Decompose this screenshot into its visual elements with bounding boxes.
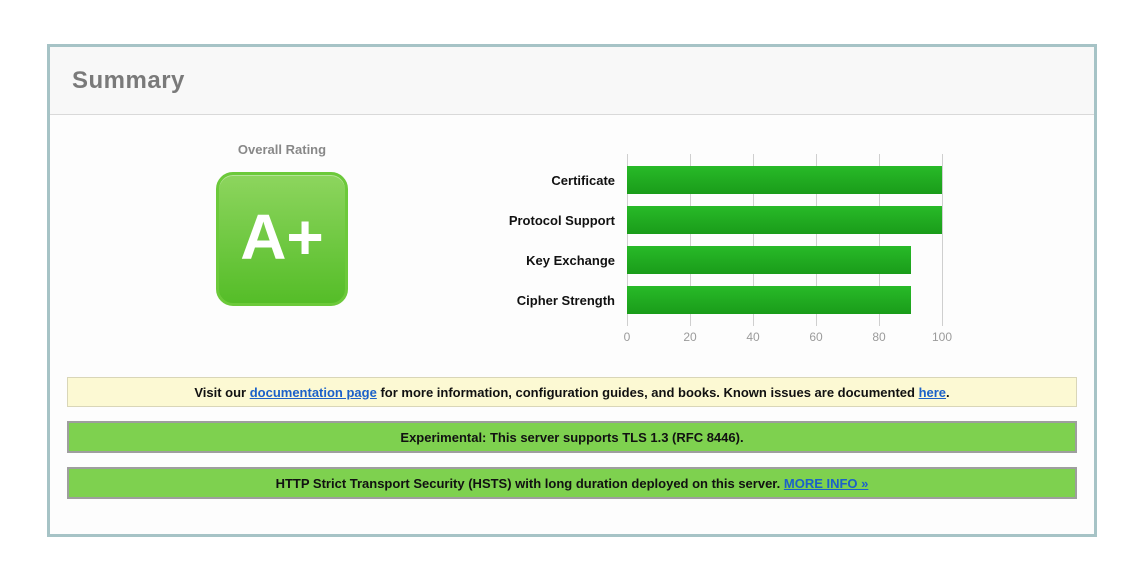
chart-bar [627,286,911,314]
documentation-page-link[interactable]: documentation page [250,385,377,400]
chart-category-label: Key Exchange [497,253,615,268]
x-tick-label: 0 [624,330,631,344]
chart-track [627,206,942,234]
notice-documentation: Visit our documentation page for more in… [67,377,1077,407]
security-chart: Certificate Protocol Support Key Exchange C… [497,160,942,350]
chart-bar [627,246,911,274]
notice-text: HTTP Strict Transport Security (HSTS) wi… [276,476,784,491]
x-tick-label: 60 [809,330,822,344]
chart-category-label: Certificate [497,173,615,188]
page-title: Summary [72,67,185,95]
chart-axis: 020406080100 [627,326,942,350]
rating-grade: A+ [240,205,324,273]
chart-track [627,286,942,314]
x-tick-label: 20 [683,330,696,344]
chart-bar [627,206,942,234]
notice-text: Visit our [194,385,249,400]
chart-row: Cipher Strength [497,280,942,320]
overall-rating-section: Overall Rating A+ [67,142,497,306]
chart-row: Protocol Support [497,200,942,240]
panel-body: Overall Rating A+ Certificate Protocol Su… [50,115,1094,499]
chart-row: Key Exchange [497,240,942,280]
notice-text: for more information, configuration guid… [377,385,919,400]
summary-panel: Summary Overall Rating A+ Certificate Pro… [47,44,1097,537]
notice-tls13: Experimental: This server supports TLS 1… [67,421,1077,453]
chart-track [627,166,942,194]
chart-bar [627,166,942,194]
more-info-link[interactable]: MORE INFO » [784,476,869,491]
chart-category-label: Cipher Strength [497,293,615,308]
x-tick-label: 100 [932,330,952,344]
summary-row: Overall Rating A+ Certificate Protocol Su… [67,115,1077,350]
x-tick-label: 40 [746,330,759,344]
known-issues-here-link[interactable]: here [919,385,946,400]
chart-row: Certificate [497,160,942,200]
overall-rating-label: Overall Rating [238,142,326,157]
notice-text: . [946,385,950,400]
notice-text: Experimental: This server supports TLS 1… [400,430,743,445]
rating-badge: A+ [216,172,348,306]
notices-section: Visit our documentation page for more in… [67,377,1077,499]
score-chart-section: Certificate Protocol Support Key Exchange C… [497,160,942,350]
chart-rows: Certificate Protocol Support Key Exchange C… [497,160,942,320]
page: Summary Overall Rating A+ Certificate Pro… [0,0,1142,577]
chart-track [627,246,942,274]
panel-header: Summary [50,47,1094,115]
x-tick-label: 80 [872,330,885,344]
chart-category-label: Protocol Support [497,213,615,228]
notice-hsts: HTTP Strict Transport Security (HSTS) wi… [67,467,1077,499]
